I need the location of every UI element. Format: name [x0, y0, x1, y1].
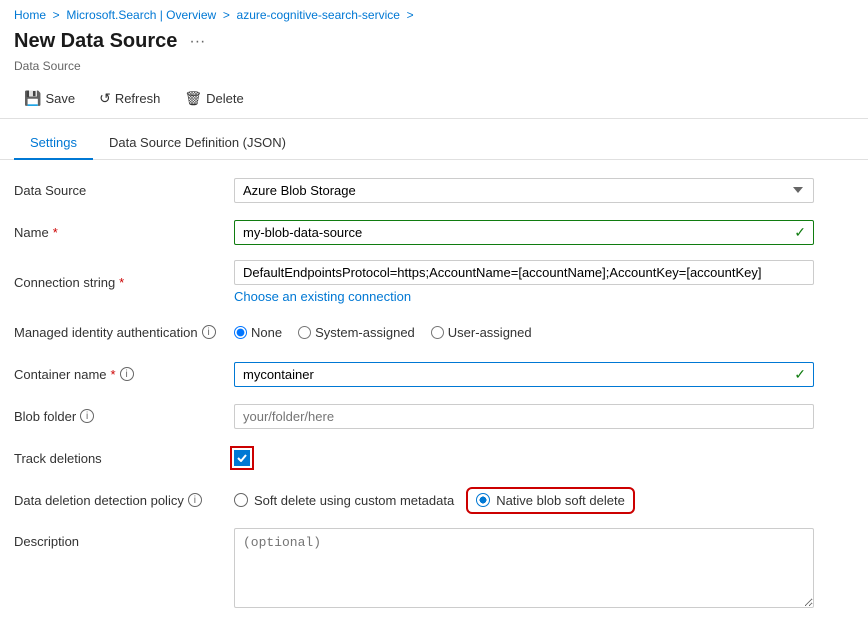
delete-button[interactable]: 🗑 Delete	[174, 85, 253, 112]
managed-identity-none[interactable]: None	[234, 325, 282, 340]
data-source-control: Azure Blob Storage	[234, 178, 814, 203]
soft-delete-radio[interactable]	[234, 493, 248, 507]
tab-json[interactable]: Data Source Definition (JSON)	[93, 127, 302, 160]
blob-folder-control	[234, 404, 814, 429]
breadcrumb-home[interactable]: Home	[14, 8, 46, 22]
blob-folder-label: Blob folder i	[14, 409, 234, 424]
track-deletions-row: Track deletions	[14, 444, 854, 472]
managed-identity-label: Managed identity authentication i	[14, 325, 234, 340]
managed-identity-radio-group: None System-assigned User-assigned	[234, 325, 814, 340]
container-valid-icon: ✓	[794, 366, 806, 383]
track-deletions-label: Track deletions	[14, 451, 234, 466]
blob-folder-row: Blob folder i	[14, 402, 854, 430]
page-subtitle: Data Source	[0, 59, 868, 79]
managed-identity-none-radio[interactable]	[234, 326, 247, 339]
save-button[interactable]: 💾 Save	[14, 85, 85, 112]
name-valid-icon: ✓	[794, 224, 806, 241]
container-name-label: Container name * i	[14, 367, 234, 382]
container-name-control: ✓	[234, 362, 814, 387]
container-name-row: Container name * i ✓	[14, 360, 854, 388]
managed-identity-user-radio[interactable]	[431, 326, 444, 339]
save-icon: 💾	[24, 90, 41, 107]
managed-identity-user[interactable]: User-assigned	[431, 325, 532, 340]
form-content: Data Source Azure Blob Storage Name * ✓ …	[0, 160, 868, 641]
track-deletions-checkbox-wrap	[234, 450, 814, 466]
connection-string-label: Connection string *	[14, 275, 234, 290]
description-row: Description	[14, 528, 854, 611]
more-options-button[interactable]: ···	[185, 33, 209, 51]
name-input[interactable]	[234, 220, 814, 245]
page-header: New Data Source ···	[0, 26, 868, 59]
managed-identity-row: Managed identity authentication i None S…	[14, 318, 854, 346]
soft-delete-option[interactable]: Soft delete using custom metadata	[234, 493, 454, 508]
data-source-select[interactable]: Azure Blob Storage	[234, 178, 814, 203]
native-blob-option[interactable]: Native blob soft delete	[470, 491, 631, 510]
data-source-row: Data Source Azure Blob Storage	[14, 176, 854, 204]
name-required: *	[53, 225, 58, 240]
refresh-button[interactable]: ↺ Refresh	[89, 85, 170, 112]
connection-string-control: Choose an existing connection	[234, 260, 814, 304]
delete-icon: 🗑	[184, 90, 202, 107]
deletion-policy-options: Soft delete using custom metadata Native…	[234, 491, 814, 510]
conn-required: *	[119, 275, 124, 290]
name-control: ✓	[234, 220, 814, 245]
managed-identity-info-icon[interactable]: i	[202, 325, 216, 339]
track-deletions-control	[234, 450, 814, 466]
choose-connection-link[interactable]: Choose an existing connection	[234, 289, 411, 304]
description-control	[234, 528, 814, 611]
deletion-policy-row: Data deletion detection policy i Soft de…	[14, 486, 854, 514]
native-blob-radio[interactable]	[476, 493, 490, 507]
description-label: Description	[14, 528, 234, 549]
data-source-label: Data Source	[14, 183, 234, 198]
connection-string-input[interactable]	[234, 260, 814, 285]
page-title: New Data Source	[14, 30, 177, 53]
container-name-input-wrap: ✓	[234, 362, 814, 387]
toolbar: 💾 Save ↺ Refresh 🗑 Delete	[0, 79, 868, 119]
connection-string-row: Connection string * Choose an existing c…	[14, 260, 854, 304]
blob-folder-info-icon[interactable]: i	[80, 409, 94, 423]
container-name-input[interactable]	[234, 362, 814, 387]
checkmark-icon	[237, 454, 247, 462]
managed-identity-control: None System-assigned User-assigned	[234, 325, 814, 340]
breadcrumb-search[interactable]: Microsoft.Search | Overview	[66, 8, 216, 22]
container-info-icon[interactable]: i	[120, 367, 134, 381]
blob-folder-input[interactable]	[234, 404, 814, 429]
breadcrumb: Home > Microsoft.Search | Overview > azu…	[0, 0, 868, 26]
managed-identity-system[interactable]: System-assigned	[298, 325, 415, 340]
track-deletions-checkbox[interactable]	[234, 450, 250, 466]
name-input-wrap: ✓	[234, 220, 814, 245]
deletion-policy-label: Data deletion detection policy i	[14, 493, 234, 508]
tab-settings[interactable]: Settings	[14, 127, 93, 160]
deletion-policy-info-icon[interactable]: i	[188, 493, 202, 507]
managed-identity-system-radio[interactable]	[298, 326, 311, 339]
name-label: Name *	[14, 225, 234, 240]
refresh-icon: ↺	[99, 90, 111, 107]
tabs: Settings Data Source Definition (JSON)	[0, 127, 868, 160]
deletion-policy-control: Soft delete using custom metadata Native…	[234, 491, 814, 510]
name-row: Name * ✓	[14, 218, 854, 246]
description-textarea[interactable]	[234, 528, 814, 608]
breadcrumb-service[interactable]: azure-cognitive-search-service	[237, 8, 400, 22]
container-required: *	[111, 367, 116, 382]
